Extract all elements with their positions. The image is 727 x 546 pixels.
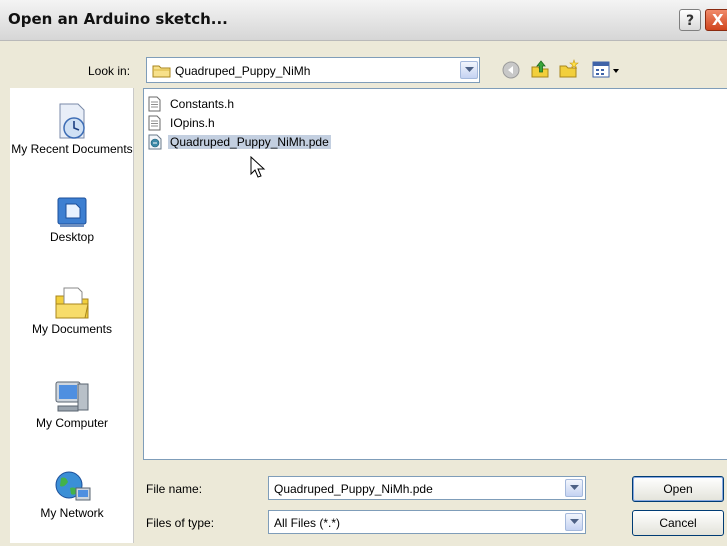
file-name-value: Quadruped_Puppy_NiMh.pde [274, 482, 433, 496]
file-name-combo[interactable]: Quadruped_Puppy_NiMh.pde [268, 476, 586, 500]
up-folder-icon[interactable] [530, 59, 550, 79]
place-my-documents[interactable]: My Documents [10, 284, 134, 337]
files-of-type-label: Files of type: [146, 516, 215, 530]
files-of-type-combo[interactable]: All Files (*.*) [268, 510, 586, 534]
text-file-icon [148, 96, 161, 112]
open-sketch-dialog: Open an Arduino sketch... ? X Look in: Q… [0, 0, 727, 546]
look-in-label: Look in: [88, 64, 131, 78]
place-my-computer[interactable]: My Computer [10, 378, 134, 431]
place-label: My Documents [31, 322, 113, 336]
file-name: Quadruped_Puppy_NiMh.pde [168, 135, 331, 149]
chevron-down-icon [465, 67, 474, 72]
sketch-file-icon [148, 134, 162, 150]
folder-icon [152, 65, 171, 78]
my-network-icon [55, 471, 91, 501]
my-computer-icon [55, 381, 89, 412]
title-bar[interactable]: Open an Arduino sketch... ? X [0, 0, 727, 41]
place-my-recent-documents[interactable]: My Recent Documents [10, 102, 134, 157]
desktop-icon [57, 197, 87, 227]
file-name: Constants.h [170, 97, 235, 111]
chevron-down-icon [570, 485, 579, 490]
mouse-cursor-icon [250, 156, 266, 178]
place-label: My Network [40, 506, 104, 520]
file-list[interactable]: Constants.h IOpins.h Quadruped_Puppy_NiM… [143, 88, 727, 460]
open-button[interactable]: Open [632, 476, 724, 502]
my-documents-icon [55, 287, 89, 319]
files-of-type-dropdown-button[interactable] [565, 513, 583, 531]
cancel-button[interactable]: Cancel [632, 510, 724, 536]
view-menu-icon[interactable] [592, 61, 622, 79]
place-desktop[interactable]: Desktop [10, 194, 134, 245]
help-button[interactable]: ? [679, 9, 701, 31]
back-icon[interactable] [502, 61, 520, 79]
close-button[interactable]: X [705, 9, 727, 31]
places-bar: My Recent Documents Desktop My Documents [10, 88, 134, 543]
file-name-dropdown-button[interactable] [565, 479, 583, 497]
place-my-network[interactable]: My Network [10, 468, 134, 521]
chevron-down-icon [570, 519, 579, 524]
new-folder-icon[interactable] [558, 59, 580, 79]
window-title: Open an Arduino sketch... [8, 10, 228, 28]
files-of-type-value: All Files (*.*) [274, 516, 341, 530]
look-in-value: Quadruped_Puppy_NiMh [175, 64, 311, 78]
place-label: My Computer [35, 416, 109, 430]
look-in-dropdown-button[interactable] [460, 61, 478, 79]
place-label: My Recent Documents [11, 142, 133, 156]
look-in-combo[interactable]: Quadruped_Puppy_NiMh [146, 57, 480, 83]
file-name-label: File name: [146, 482, 203, 496]
text-file-icon [148, 115, 161, 131]
file-name: IOpins.h [170, 116, 215, 130]
place-label: Desktop [49, 230, 95, 244]
recent-documents-icon [59, 103, 85, 139]
